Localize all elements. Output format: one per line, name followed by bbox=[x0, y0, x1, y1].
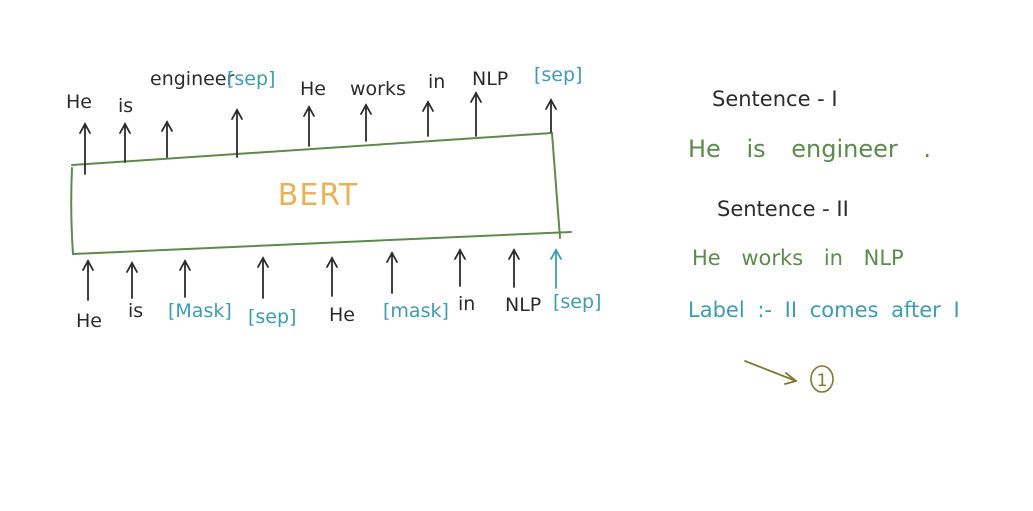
input-arrow bbox=[508, 248, 520, 288]
output-token: works bbox=[350, 78, 406, 100]
input-token: [sep] bbox=[248, 306, 297, 328]
bert-label: BERT bbox=[278, 178, 359, 213]
output-token: He bbox=[66, 91, 92, 113]
label-text: Label :- II comes after I bbox=[688, 298, 960, 322]
output-arrow bbox=[303, 105, 315, 147]
output-token: engineer bbox=[150, 68, 235, 90]
bert-box-top-edge bbox=[71, 132, 553, 166]
input-arrow bbox=[126, 261, 138, 299]
label-value: 1 bbox=[817, 371, 828, 391]
input-token: He bbox=[329, 304, 355, 326]
output-arrow bbox=[422, 100, 434, 137]
input-arrow bbox=[386, 251, 398, 294]
input-token: NLP bbox=[505, 294, 542, 316]
sentence1-title: Sentence - I bbox=[712, 87, 838, 111]
input-token: [Mask] bbox=[168, 300, 232, 322]
output-token: He bbox=[300, 78, 326, 100]
output-token: [sep] bbox=[227, 68, 276, 90]
label-arrow bbox=[744, 360, 797, 385]
output-token: [sep] bbox=[534, 64, 583, 86]
sentence2-text: He works in NLP bbox=[692, 246, 904, 270]
output-arrow bbox=[161, 120, 173, 158]
output-arrow bbox=[231, 108, 243, 158]
output-arrow bbox=[470, 91, 482, 137]
input-token: [sep] bbox=[553, 291, 602, 313]
input-token: in bbox=[458, 293, 476, 315]
input-arrows bbox=[82, 248, 562, 301]
output-arrow bbox=[79, 122, 91, 175]
input-arrow bbox=[454, 248, 466, 287]
input-arrow bbox=[179, 259, 191, 298]
input-token: is bbox=[128, 300, 144, 322]
output-token: is bbox=[118, 95, 134, 117]
output-token: NLP bbox=[472, 68, 509, 90]
output-token: in bbox=[428, 71, 446, 93]
sentence2-title: Sentence - II bbox=[717, 197, 849, 221]
bert-box-left-edge bbox=[70, 167, 74, 255]
bert-box-bottom-edge bbox=[72, 231, 572, 255]
output-arrow bbox=[119, 122, 131, 163]
input-arrow bbox=[550, 248, 562, 289]
input-arrow bbox=[82, 259, 94, 301]
output-arrows bbox=[79, 91, 557, 175]
output-arrow bbox=[360, 103, 372, 142]
output-arrow bbox=[545, 98, 557, 133]
input-token: [mask] bbox=[383, 300, 449, 322]
bert-box-right-edge bbox=[551, 132, 561, 239]
input-token: He bbox=[76, 310, 102, 332]
input-arrow bbox=[326, 256, 338, 297]
sentence1-text: He is engineer . bbox=[688, 135, 931, 163]
input-arrow bbox=[257, 256, 269, 299]
